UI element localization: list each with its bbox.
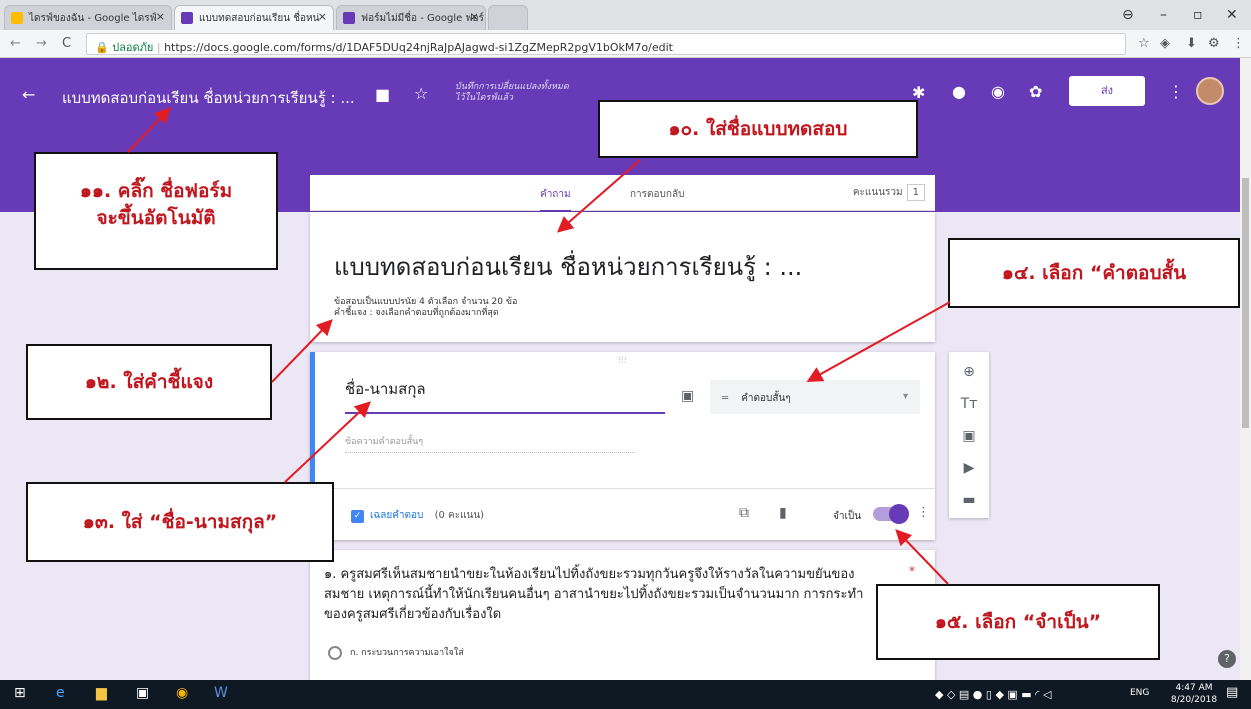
clock[interactable]: 4:47 AM 8/20/2018: [1170, 682, 1218, 706]
arrow-line: [806, 301, 951, 382]
arrow-line: [284, 401, 371, 483]
arrow-line: [271, 319, 333, 383]
notification-icon[interactable]: ▤: [1226, 685, 1238, 700]
language-indicator[interactable]: ENG: [1130, 688, 1149, 698]
chrome-icon[interactable]: ◉: [176, 685, 188, 701]
arrow-line: [556, 159, 641, 233]
arrow-line: [895, 529, 949, 585]
arrow-line: [127, 107, 171, 153]
word-icon[interactable]: W: [214, 685, 228, 701]
windows-taskbar: ⊞ e ▆ ▣ ◉ W ◆ ◇ ▤ ● ▯ ◆ ▣ ▬ ◜ ◁ ENG 4:47…: [0, 680, 1251, 709]
clock-time: 4:47 AM: [1175, 683, 1213, 693]
store-icon[interactable]: ▣: [136, 685, 149, 701]
edge-icon[interactable]: e: [56, 685, 65, 701]
annotation-arrows: [127, 107, 951, 585]
clock-date: 8/20/2018: [1170, 695, 1218, 705]
file-explorer-icon[interactable]: ▆: [96, 685, 107, 701]
windows-start-icon[interactable]: ⊞: [14, 685, 26, 701]
system-tray-icons[interactable]: ◆ ◇ ▤ ● ▯ ◆ ▣ ▬ ◜ ◁: [935, 688, 1051, 701]
